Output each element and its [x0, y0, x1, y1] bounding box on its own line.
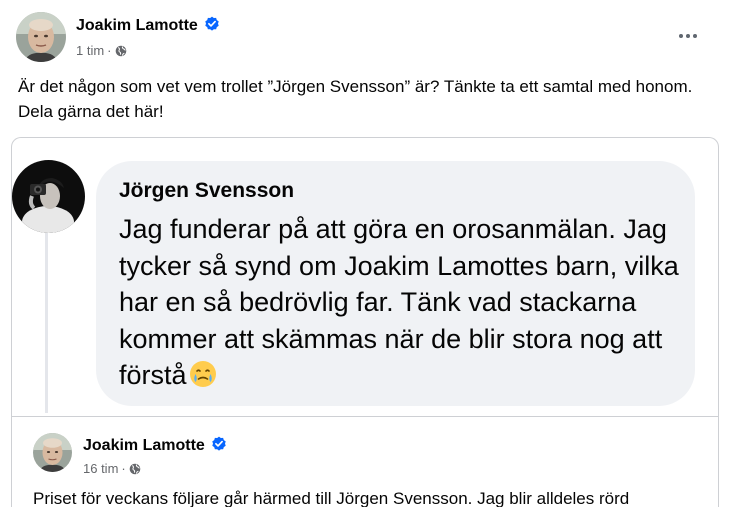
face-holding-back-tears-emoji — [188, 359, 218, 399]
verified-badge-icon — [204, 16, 220, 37]
shared-post-author-name[interactable]: Joakim Lamotte — [83, 436, 227, 457]
comment-text: Jag funderar på att göra en orosanmälan.… — [119, 211, 679, 399]
meta-separator: · — [107, 43, 112, 58]
author-name-text[interactable]: Joakim Lamotte — [76, 17, 198, 34]
shared-post-text: Priset för veckans följare går härmed ti… — [33, 489, 630, 507]
card-divider — [12, 416, 718, 417]
more-dot — [686, 34, 690, 38]
comment-bubble: Jörgen Svensson Jag funderar på att göra… — [96, 161, 695, 406]
shared-post-author-name-text[interactable]: Joakim Lamotte — [83, 437, 205, 454]
more-dot — [693, 34, 697, 38]
author-name[interactable]: Joakim Lamotte — [76, 16, 220, 37]
shared-post-timestamp[interactable]: 16 tim — [83, 461, 118, 476]
shared-post-author-avatar[interactable] — [33, 433, 72, 472]
post-header: Joakim Lamotte 1 tim · — [16, 12, 716, 64]
shared-post-meta: 16 tim · — [83, 461, 141, 478]
globe-icon[interactable] — [129, 463, 141, 478]
meta-separator: · — [121, 461, 126, 476]
commenter-name[interactable]: Jörgen Svensson — [119, 179, 294, 203]
comment-thread-line — [45, 233, 48, 413]
globe-icon[interactable] — [115, 45, 127, 60]
author-avatar[interactable] — [16, 12, 66, 62]
more-options-icon[interactable] — [674, 26, 702, 46]
more-dot — [679, 34, 683, 38]
commenter-avatar[interactable] — [12, 160, 85, 233]
post-text: Är det någon som vet vem trollet ”Jörgen… — [18, 77, 693, 121]
post-timestamp[interactable]: 1 tim — [76, 43, 104, 58]
verified-badge-icon — [211, 436, 227, 457]
shared-post: Joakim Lamotte 16 tim · Priset för veckan… — [33, 433, 713, 507]
post-meta: 1 tim · — [76, 43, 127, 60]
